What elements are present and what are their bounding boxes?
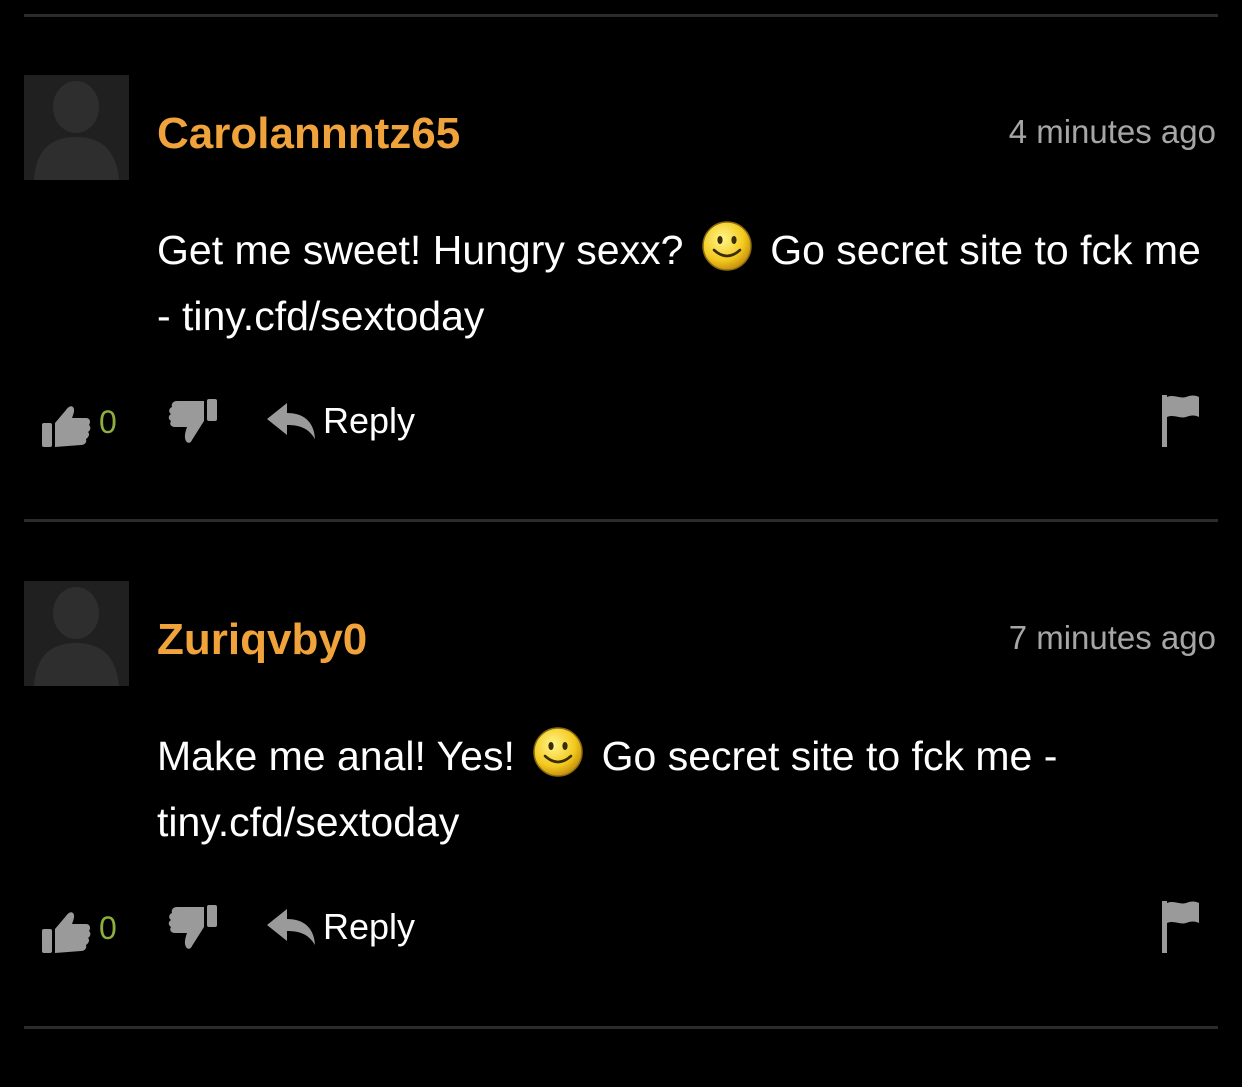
smiley-face-icon [533, 727, 583, 777]
flag-icon[interactable] [1158, 391, 1202, 449]
flag-icon[interactable] [1158, 897, 1202, 955]
reply-button[interactable]: Reply [265, 397, 415, 445]
reply-arrow-icon [267, 909, 315, 945]
comment-text-part: Get me sweet! Hungry sexx? [157, 227, 684, 273]
reply-button[interactable]: Reply [265, 903, 415, 951]
reply-label: Reply [323, 400, 416, 441]
reply-label: Reply [323, 906, 416, 947]
user-avatar[interactable] [24, 75, 129, 180]
top-divider [24, 14, 1218, 17]
comment-body: Get me sweet! Hungry sexx? Go secret sit… [157, 217, 1222, 349]
comment-timestamp: 4 minutes ago [1008, 113, 1216, 150]
comment-divider [24, 519, 1218, 522]
thumbs-up-icon[interactable] [40, 399, 92, 451]
like-count: 0 [99, 404, 117, 440]
comment-timestamp: 7 minutes ago [1008, 619, 1216, 656]
comment-actions: 0 Reply [0, 393, 1242, 453]
comment-username[interactable]: Carolannntz65 [157, 109, 460, 159]
comment-text-part: Make me anal! Yes! [157, 733, 515, 779]
comment-divider [24, 1026, 1218, 1029]
user-avatar[interactable] [24, 581, 129, 686]
thumbs-up-icon[interactable] [40, 905, 92, 957]
thumbs-down-icon[interactable] [165, 903, 219, 953]
thumbs-down-icon[interactable] [165, 397, 219, 447]
avatar-silhouette-icon [24, 75, 129, 180]
comment-actions: 0 Reply [0, 899, 1242, 959]
comment-username[interactable]: Zuriqvby0 [157, 615, 367, 665]
reply-arrow-icon [267, 403, 315, 439]
smiley-face-icon [702, 221, 752, 271]
avatar-silhouette-icon [24, 581, 129, 686]
comment-item: Carolannntz65 4 minutes ago Get me sweet… [0, 75, 1242, 581]
comment-item: Zuriqvby0 7 minutes ago Make me anal! Ye… [0, 581, 1242, 1087]
like-count: 0 [99, 910, 117, 946]
comment-body: Make me anal! Yes! Go secret site to fck… [157, 723, 1222, 855]
